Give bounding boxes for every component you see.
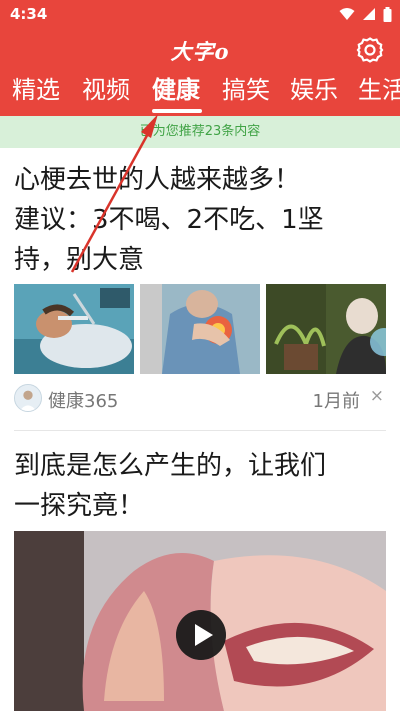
article-time: 1月前 <box>312 391 360 412</box>
thumbnail-elderly-woman <box>266 284 386 374</box>
active-tab-indicator <box>152 109 202 113</box>
article-card-2[interactable]: 到底是怎么产生的，让我们 一探究竟！ <box>14 446 384 526</box>
app-logo-suffix: o <box>214 39 230 64</box>
tab-shipin[interactable]: 视频 <box>82 72 130 108</box>
thumbnail-chest-pain <box>140 284 260 374</box>
feed-divider <box>14 430 386 431</box>
battery-icon <box>383 6 392 22</box>
app-header: 4:34 大字o 精选 视频 健康 搞笑 娱乐 生活 <box>0 0 400 116</box>
signal-icon <box>363 8 375 20</box>
status-icons <box>339 6 392 22</box>
settings-gear-icon[interactable] <box>356 36 384 64</box>
article-card-1[interactable]: 心梗去世的人越来越多！ 建议：3不喝、2不吃、1坚 持，别大意 <box>14 160 384 280</box>
thumbnail-hospital-patient <box>14 284 134 374</box>
status-bar: 4:34 <box>0 0 400 30</box>
app-logo-text: 大字 <box>170 39 215 64</box>
article-title-line: 到底是怎么产生的，让我们 <box>14 451 327 481</box>
source-avatar[interactable] <box>14 384 42 412</box>
article-title-line: 心梗去世的人越来越多！ <box>14 165 301 195</box>
title-row: 大字o <box>0 30 400 70</box>
article-thumbnails[interactable] <box>14 284 386 374</box>
tab-shenghuo[interactable]: 生活 <box>358 72 400 108</box>
close-icon[interactable]: × <box>370 386 384 406</box>
app-logo: 大字o <box>0 36 400 66</box>
article-title-line: 建议：3不喝、2不吃、1坚 <box>14 205 324 235</box>
article-source[interactable]: 健康365 <box>48 387 118 413</box>
category-tabs: 精选 视频 健康 搞笑 娱乐 生活 <box>0 72 400 112</box>
article-title-line: 一探究竟！ <box>14 491 145 521</box>
recommendation-notice: 已为您推荐23条内容 <box>0 116 400 148</box>
wifi-icon <box>339 8 355 20</box>
tab-jingxuan[interactable]: 精选 <box>12 72 60 108</box>
article-title-line: 持，别大意 <box>14 245 145 275</box>
article-meta: 健康365 1月前 × <box>14 382 386 418</box>
status-time: 4:34 <box>10 5 48 23</box>
tab-jiankang[interactable]: 健康 <box>152 72 200 108</box>
tab-yule[interactable]: 娱乐 <box>290 72 338 108</box>
play-icon[interactable] <box>176 610 226 660</box>
tab-gaoxiao[interactable]: 搞笑 <box>222 72 270 108</box>
